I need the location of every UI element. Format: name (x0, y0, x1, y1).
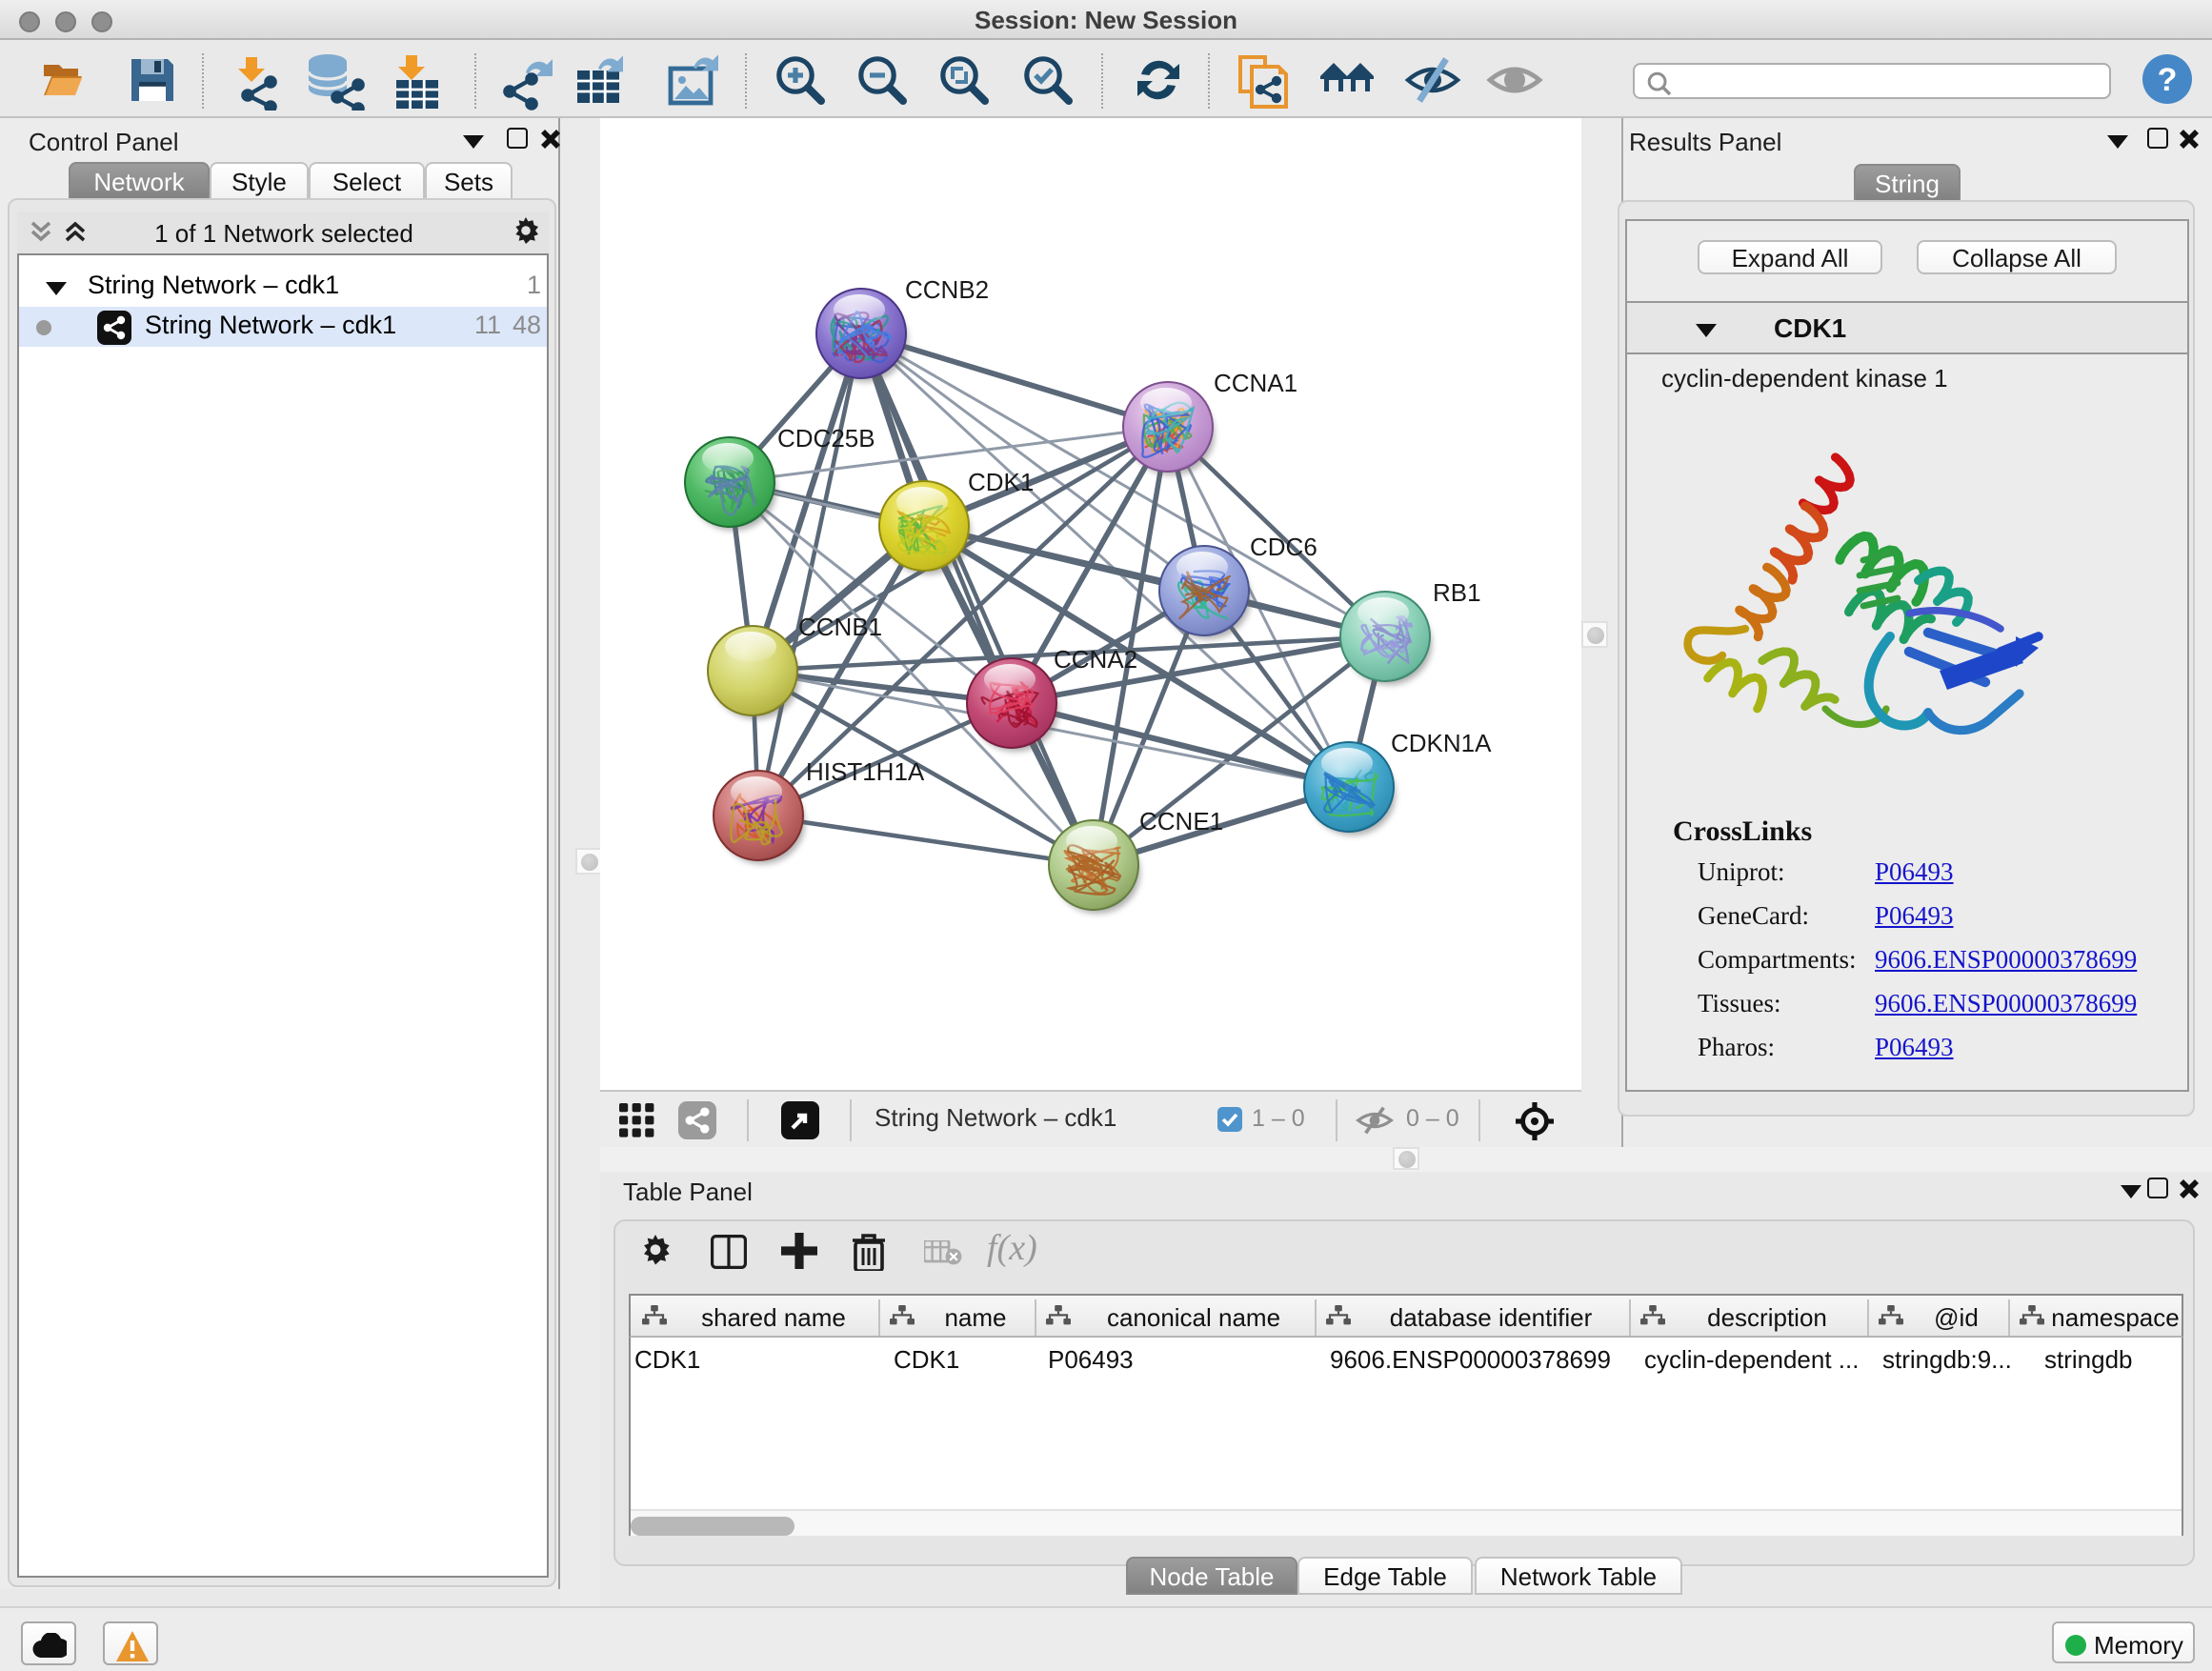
svg-text:CDC6: CDC6 (1250, 533, 1317, 561)
svg-text:CCNE1: CCNE1 (1139, 807, 1223, 836)
svg-text:CCNA1: CCNA1 (1214, 369, 1297, 397)
svg-text:?: ? (2158, 62, 2178, 98)
svg-text:CDKN1A: CDKN1A (1391, 729, 1492, 757)
svg-text:CDC25B: CDC25B (777, 424, 875, 453)
svg-text:HIST1H1A: HIST1H1A (806, 757, 925, 786)
svg-text:CCNB2: CCNB2 (905, 275, 989, 304)
svg-text:CDK1: CDK1 (968, 468, 1034, 496)
svg-text:CCNA2: CCNA2 (1054, 645, 1137, 674)
svg-text:RB1: RB1 (1433, 578, 1481, 607)
svg-text:CCNB1: CCNB1 (798, 613, 882, 641)
